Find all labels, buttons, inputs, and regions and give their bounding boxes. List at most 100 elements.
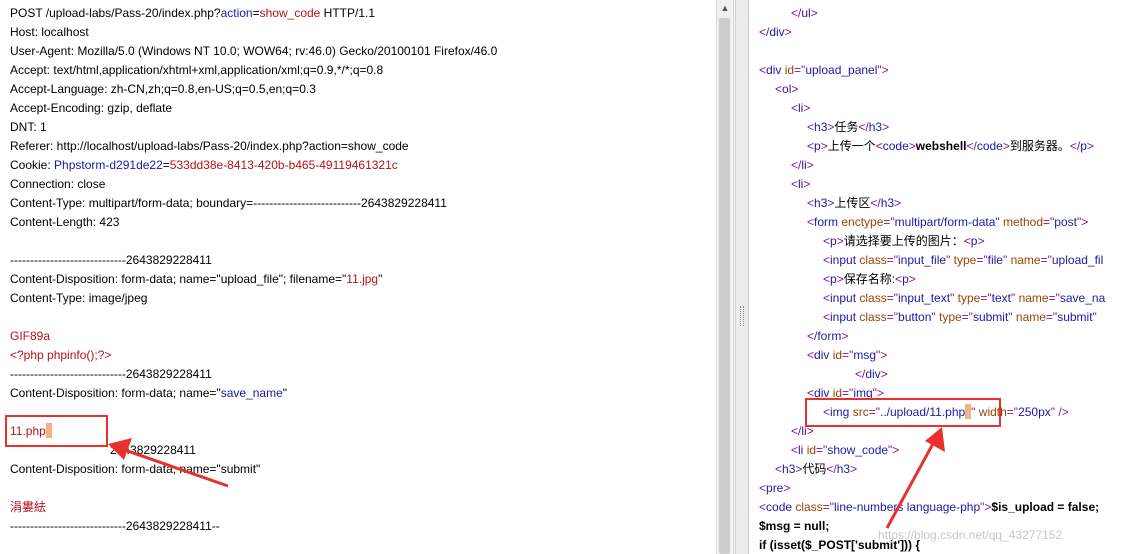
response-token: < xyxy=(963,234,971,248)
response-token: =" xyxy=(794,63,806,77)
response-token: > xyxy=(810,6,818,20)
request-token: <?php phpinfo();?> xyxy=(10,348,112,362)
response-token: =" xyxy=(886,253,899,267)
response-token: name xyxy=(1007,253,1041,267)
request-token: 涓婁紶 xyxy=(10,500,47,514)
response-token: upload_fil xyxy=(1051,253,1104,267)
response-token: " /> xyxy=(1050,405,1069,419)
response-token: < xyxy=(807,120,815,134)
request-line: 2643829228411 xyxy=(10,441,710,460)
response-token: =" xyxy=(1045,310,1058,324)
request-line: Content-Type: multipart/form-data; bound… xyxy=(10,194,710,213)
response-viewer-pane[interactable]: </ul> </div> <div id="upload_panel"> <ol> <l… xyxy=(750,0,1129,554)
response-token: code xyxy=(766,500,793,514)
request-token: -----------------------------26438292284… xyxy=(10,367,212,381)
response-token: < xyxy=(823,253,831,267)
response-token: 代码 xyxy=(802,462,827,476)
response-token: div xyxy=(814,348,830,362)
response-line: </li> xyxy=(759,156,1129,175)
response-token: < xyxy=(807,139,815,153)
response-token: p xyxy=(830,234,837,248)
request-line: Content-Disposition: form-data; name="su… xyxy=(10,460,710,479)
response-token: > xyxy=(791,82,799,96)
response-token: input xyxy=(830,253,857,267)
response-token: class xyxy=(792,500,823,514)
request-line: <?php phpinfo();?> xyxy=(10,346,710,365)
response-token: </ xyxy=(858,120,869,134)
response-token: code xyxy=(882,139,909,153)
request-scrollbar[interactable]: ▲ xyxy=(716,0,732,554)
response-token: line-numbers language-php xyxy=(834,500,981,514)
img-src-highlight-box xyxy=(805,398,1001,427)
response-token: h3 xyxy=(782,462,796,476)
response-token: > xyxy=(1002,139,1010,153)
request-line xyxy=(10,479,710,498)
response-token: </ xyxy=(791,6,802,20)
scroll-thumb[interactable] xyxy=(719,18,730,554)
response-token: > xyxy=(850,462,858,476)
response-text[interactable]: </ul> </div> <div id="upload_panel"> <ol> <l… xyxy=(759,4,1129,554)
request-token: 533dd38e-8413-420b-b465-49119461321c xyxy=(169,158,398,172)
watermark-text: https://blog.csdn.net/qq_43277152 xyxy=(878,528,1063,542)
pane-splitter[interactable] xyxy=(735,0,749,554)
response-line: <code class="line-numbers language-php">… xyxy=(759,498,1129,517)
response-line: </div> xyxy=(759,365,1129,384)
response-token: > xyxy=(880,367,888,381)
request-line: Content-Disposition: form-data; name="sa… xyxy=(10,384,710,403)
response-line: <p>上传一个<code>webshell</code>到服务器。</p> xyxy=(759,137,1129,156)
request-token: Connection: close xyxy=(10,177,106,191)
response-token: "> xyxy=(980,500,992,514)
request-editor-pane[interactable]: POST /upload-labs/Pass-20/index.php?acti… xyxy=(0,0,734,554)
response-line: <input class="input_text" type="text" na… xyxy=(759,289,1129,308)
response-token: 保存名称: xyxy=(843,272,896,286)
response-token: input_text xyxy=(898,291,951,305)
request-line: Accept-Encoding: gzip, deflate xyxy=(10,99,710,118)
response-line: <input class="input_file" type="file" na… xyxy=(759,251,1129,270)
response-token: div xyxy=(766,63,782,77)
response-line: <li id="show_code"> xyxy=(759,441,1129,460)
response-token: < xyxy=(775,82,783,96)
response-token: method xyxy=(999,215,1043,229)
response-token: </ xyxy=(826,462,837,476)
scroll-up-arrow-icon[interactable]: ▲ xyxy=(717,0,733,16)
response-token: =" xyxy=(886,291,899,305)
request-token: Cookie: xyxy=(10,158,55,172)
response-line: <div id="upload_panel"> xyxy=(759,61,1129,80)
request-line: Cookie: Phpstorm-d291de22=533dd38e-8413-… xyxy=(10,156,710,175)
response-token: < xyxy=(807,348,815,362)
request-line: Content-Disposition: form-data; name="up… xyxy=(10,270,710,289)
response-token: > xyxy=(908,139,916,153)
request-token: Accept-Encoding: gzip, deflate xyxy=(10,101,173,115)
request-token: Content-Disposition: form-data; name=" xyxy=(10,386,221,400)
request-token: " xyxy=(282,386,288,400)
response-token: </ xyxy=(855,367,866,381)
response-token: p xyxy=(1080,139,1087,153)
request-text[interactable]: POST /upload-labs/Pass-20/index.php?acti… xyxy=(10,4,710,536)
request-line xyxy=(10,308,710,327)
response-token: h3 xyxy=(836,462,851,476)
response-token: </ xyxy=(791,424,802,438)
response-token: > xyxy=(806,158,814,172)
response-token: file xyxy=(987,253,1003,267)
response-line: <h3>上传区</h3> xyxy=(759,194,1129,213)
request-line: User-Agent: Mozilla/5.0 (Windows NT 10.0… xyxy=(10,42,710,61)
request-token: -----------------------------26438292284… xyxy=(10,519,220,533)
response-token: < xyxy=(791,101,799,115)
response-line: <p>请选择要上传的图片：<p> xyxy=(759,232,1129,251)
request-line xyxy=(10,232,710,251)
response-token: < xyxy=(791,177,799,191)
response-token: 请选择要上传的图片： xyxy=(843,234,964,248)
response-token: > xyxy=(836,234,844,248)
response-token: < xyxy=(823,310,831,324)
request-token: HTTP/1.1 xyxy=(320,6,376,20)
response-token: < xyxy=(875,139,883,153)
response-token: $msg = null; xyxy=(759,519,830,533)
splitter-grip-icon[interactable] xyxy=(740,306,744,326)
request-line: Content-Length: 423 xyxy=(10,213,710,232)
response-token: class xyxy=(856,291,887,305)
response-token: $is_upload = false; xyxy=(991,500,1100,514)
response-token: submit xyxy=(1057,310,1093,324)
response-token: id xyxy=(829,348,843,362)
response-token: > xyxy=(783,481,791,495)
response-token: upload_panel xyxy=(805,63,878,77)
